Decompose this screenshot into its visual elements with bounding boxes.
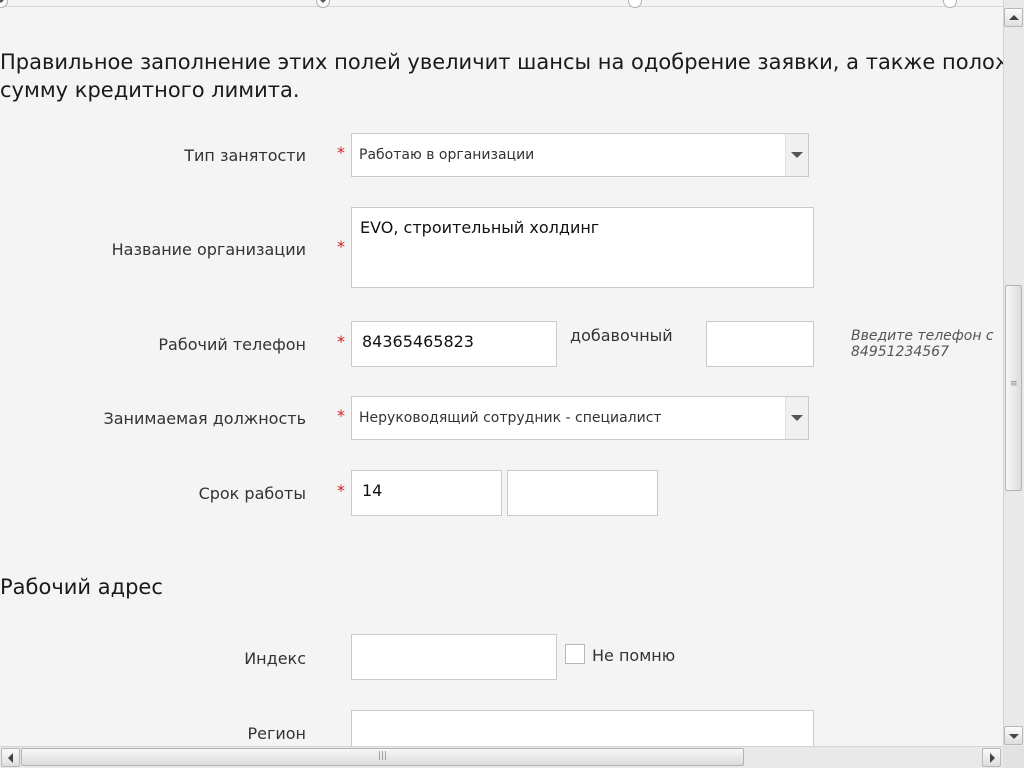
org-name-textarea[interactable]: EVO, строительный холдинг [351,207,814,288]
index-input[interactable] [351,634,557,680]
required-mark: * [337,143,345,162]
employment-type-label: Тип занятости [184,146,306,165]
chevron-down-icon[interactable] [316,0,330,8]
region-label: Регион [247,724,306,743]
tenure-label: Срок работы [198,484,306,503]
employment-type-select[interactable]: Работаю в организации [351,133,809,177]
phone-hint: Введите телефон с 84951234567 [851,328,994,360]
org-name-label: Название организации [111,240,306,259]
dont-remember-checkbox[interactable] [565,644,585,664]
tenure-years-input[interactable]: 14 [351,470,502,516]
work-phone-value: 84365465823 [362,332,474,351]
org-name-value: EVO, строительный холдинг [360,218,600,237]
extension-input[interactable] [706,321,814,367]
dont-remember-label[interactable]: Не помню [592,646,675,665]
position-select[interactable]: Неруководящий сотрудник - специалист [351,396,809,440]
scroll-left-button[interactable] [1,748,20,767]
work-phone-label: Рабочий телефон [158,335,306,354]
scroll-up-button[interactable] [1004,8,1023,27]
required-mark: * [337,237,345,256]
work-address-title: Рабочий адрес [0,575,163,599]
form-viewport: Правильное заполнение этих полей увеличи… [0,0,1003,746]
radio-icon[interactable] [628,0,642,8]
previous-row-remnant [0,0,1003,8]
chevron-down-icon[interactable] [0,0,8,8]
chevron-down-icon[interactable] [785,134,808,176]
tenure-months-input[interactable] [507,470,658,516]
position-label: Занимаемая должность [103,409,306,428]
employment-type-value: Работаю в организации [359,147,535,163]
scrollbar-corner [1003,746,1024,768]
vertical-scroll-thumb[interactable]: ≡ [1005,285,1022,491]
arrow-left-icon [2,749,19,766]
grip-icon: ≡ [1010,379,1018,389]
radio-icon[interactable] [943,0,957,8]
index-label: Индекс [244,649,306,668]
tenure-years-value: 14 [362,481,383,500]
phone-hint-line-1: Введите телефон с [851,328,994,344]
scroll-right-button[interactable] [982,748,1001,767]
grip-icon: ||| [378,751,388,761]
region-input[interactable] [351,710,814,746]
arrow-right-icon [983,749,1000,766]
intro-line-1: Правильное заполнение этих полей увеличи… [0,50,1003,74]
work-phone-input[interactable]: 84365465823 [351,321,557,367]
chevron-down-icon[interactable] [785,397,808,439]
required-mark: * [337,406,345,425]
horizontal-scroll-thumb[interactable]: ||| [21,748,744,766]
required-mark: * [337,481,345,500]
intro-text: Правильное заполнение этих полей увеличи… [0,48,1003,104]
arrow-down-icon [1005,727,1022,744]
scroll-down-button[interactable] [1004,726,1023,745]
position-value: Неруководящий сотрудник - специалист [359,410,662,426]
intro-line-2: сумму кредитного лимита. [0,78,300,102]
extension-label: добавочный [570,326,673,345]
required-mark: * [337,332,345,351]
phone-hint-line-2: 84951234567 [851,344,949,360]
arrow-up-icon [1005,9,1022,26]
